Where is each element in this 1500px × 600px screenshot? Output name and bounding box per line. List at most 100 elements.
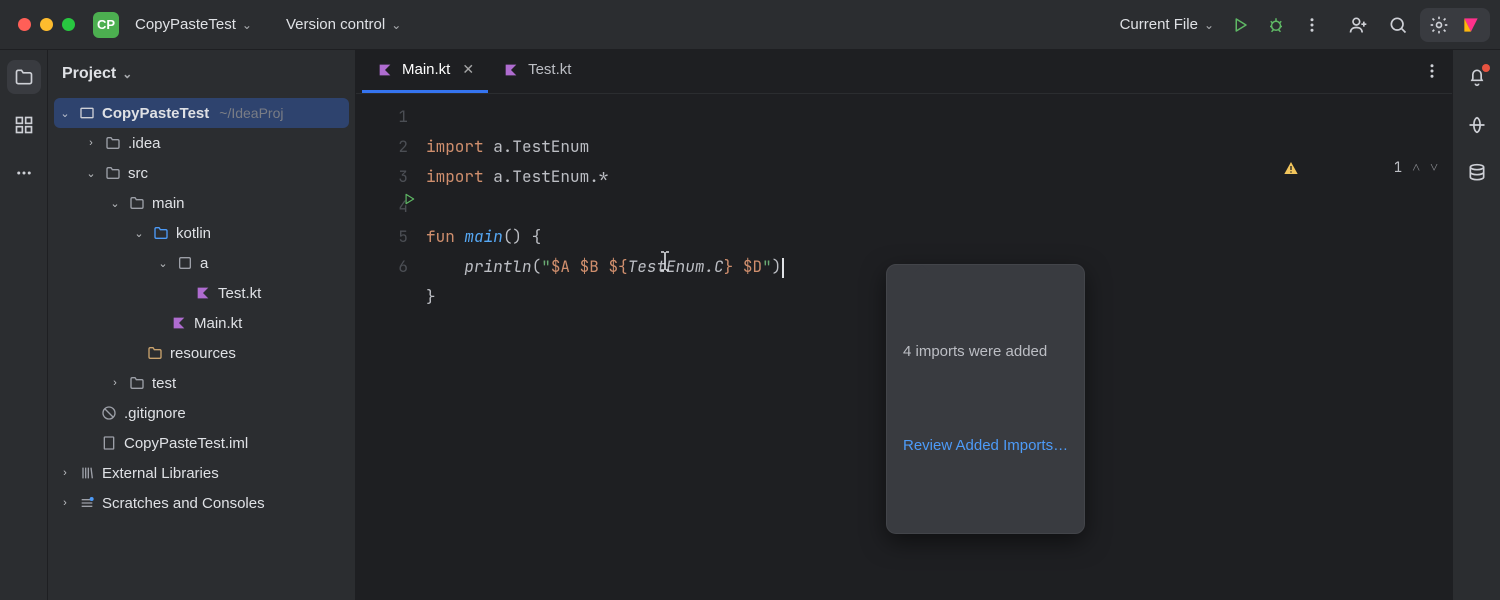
code-token: println bbox=[464, 256, 531, 277]
run-button[interactable] bbox=[1222, 7, 1258, 43]
chevron-right-icon[interactable]: › bbox=[84, 137, 98, 149]
jetbrains-toolbox-icon[interactable] bbox=[1458, 12, 1484, 38]
right-tool-strip bbox=[1452, 50, 1500, 600]
code-area[interactable]: import a.TestEnum import a.TestEnum.* fu… bbox=[426, 94, 1452, 600]
tree-item-resources[interactable]: resources bbox=[54, 338, 349, 368]
tab-main-kt[interactable]: Main.kt ✕ bbox=[362, 49, 488, 93]
tree-label: .idea bbox=[128, 135, 161, 152]
project-name: CopyPasteTest bbox=[135, 16, 236, 33]
code-token: main bbox=[464, 226, 502, 247]
tree-item-scratches[interactable]: › Scratches and Consoles bbox=[54, 488, 349, 518]
ai-assistant-button[interactable] bbox=[1460, 108, 1494, 142]
chevron-right-icon[interactable]: › bbox=[108, 377, 122, 389]
tree-item-idea[interactable]: › .idea bbox=[54, 128, 349, 158]
resources-folder-icon bbox=[146, 345, 164, 361]
tree-label: Main.kt bbox=[194, 315, 242, 332]
tree-label: kotlin bbox=[176, 225, 211, 242]
run-config-selector[interactable]: Current File ⌄ bbox=[1112, 12, 1222, 37]
gutter[interactable]: 1 2 3 4 5 6 bbox=[356, 94, 426, 600]
code-token bbox=[599, 256, 609, 277]
run-gutter-icon[interactable] bbox=[402, 192, 416, 206]
tree-item-gitignore[interactable]: .gitignore bbox=[54, 398, 349, 428]
tree-label: CopyPasteTest bbox=[102, 105, 209, 122]
tree-label: Scratches and Consoles bbox=[102, 495, 265, 512]
chevron-down-icon: ⌄ bbox=[122, 67, 132, 81]
next-highlight-icon[interactable]: ˅ bbox=[1430, 153, 1438, 183]
window-close-button[interactable] bbox=[18, 18, 31, 31]
editor-body[interactable]: 1 2 3 4 5 6 import a.TestEnum import a.T… bbox=[356, 94, 1452, 600]
database-tool-button[interactable] bbox=[1460, 156, 1494, 190]
line-number: 3 bbox=[356, 162, 408, 192]
code-token: $A bbox=[551, 256, 570, 277]
chevron-down-icon[interactable]: ⌄ bbox=[156, 257, 170, 270]
kotlin-file-icon bbox=[376, 62, 394, 78]
tree-root[interactable]: ⌄ CopyPasteTest ~/IdeaProj bbox=[54, 98, 349, 128]
tree-item-test[interactable]: › test bbox=[54, 368, 349, 398]
search-everywhere-button[interactable] bbox=[1380, 7, 1416, 43]
warning-icon bbox=[1283, 100, 1384, 236]
folder-icon bbox=[104, 165, 122, 181]
tree-item-ext-lib[interactable]: › External Libraries bbox=[54, 458, 349, 488]
tree-label: .gitignore bbox=[124, 405, 186, 422]
line-number: 2 bbox=[356, 132, 408, 162]
prev-highlight-icon[interactable]: ˄ bbox=[1412, 153, 1420, 183]
tab-label: Main.kt bbox=[402, 61, 450, 78]
tree-item-pkg-a[interactable]: ⌄ a bbox=[54, 248, 349, 278]
notifications-button[interactable] bbox=[1460, 60, 1494, 94]
folder-icon bbox=[128, 195, 146, 211]
tree-label: test bbox=[152, 375, 176, 392]
tree-item-iml[interactable]: CopyPasteTest.iml bbox=[54, 428, 349, 458]
tree-item-main[interactable]: ⌄ main bbox=[54, 188, 349, 218]
code-token: } bbox=[426, 286, 436, 307]
tab-test-kt[interactable]: Test.kt bbox=[488, 49, 585, 93]
tree-label: resources bbox=[170, 345, 236, 362]
tree-item-kotlin[interactable]: ⌄ kotlin bbox=[54, 218, 349, 248]
tree-item-main-kt[interactable]: Main.kt bbox=[54, 308, 349, 338]
file-icon bbox=[100, 435, 118, 451]
tab-label: Test.kt bbox=[528, 61, 571, 78]
run-config-label: Current File bbox=[1120, 16, 1198, 33]
vcs-label: Version control bbox=[286, 16, 385, 33]
editor: Main.kt ✕ Test.kt 1 2 3 4 bbox=[356, 50, 1452, 600]
vcs-menu[interactable]: Version control ⌄ bbox=[278, 12, 409, 37]
chevron-down-icon: ⌄ bbox=[1204, 18, 1214, 32]
kotlin-file-icon bbox=[502, 62, 520, 78]
debug-button[interactable] bbox=[1258, 7, 1294, 43]
tree-label: main bbox=[152, 195, 185, 212]
structure-tool-button[interactable] bbox=[7, 108, 41, 142]
settings-button[interactable] bbox=[1426, 12, 1452, 38]
project-selector[interactable]: CopyPasteTest ⌄ bbox=[127, 12, 260, 37]
project-tree[interactable]: ⌄ CopyPasteTest ~/IdeaProj › .idea ⌄ src… bbox=[48, 98, 355, 528]
code-with-me-button[interactable] bbox=[1340, 7, 1376, 43]
scratches-icon bbox=[78, 495, 96, 511]
code-token bbox=[426, 256, 464, 277]
warning-count: 1 bbox=[1394, 153, 1402, 183]
chevron-down-icon[interactable]: ⌄ bbox=[58, 107, 72, 120]
popup-message: 4 imports were added bbox=[903, 337, 1068, 367]
workspace: Project ⌄ ⌄ CopyPasteTest ~/IdeaProj › .… bbox=[0, 50, 1500, 600]
code-token: ${ bbox=[608, 256, 627, 277]
window-zoom-button[interactable] bbox=[62, 18, 75, 31]
chevron-down-icon[interactable]: ⌄ bbox=[84, 167, 98, 180]
project-tool-button[interactable] bbox=[7, 60, 41, 94]
code-token: import bbox=[426, 166, 484, 187]
tree-path: ~/IdeaProj bbox=[219, 105, 283, 121]
tree-item-test-kt[interactable]: Test.kt bbox=[54, 278, 349, 308]
more-tools-button[interactable] bbox=[7, 156, 41, 190]
editor-tabs-more[interactable] bbox=[1412, 49, 1452, 93]
chevron-down-icon[interactable]: ⌄ bbox=[108, 197, 122, 210]
tree-label: External Libraries bbox=[102, 465, 219, 482]
project-badge: CP bbox=[93, 12, 119, 38]
more-actions-button[interactable] bbox=[1294, 7, 1330, 43]
chevron-right-icon[interactable]: › bbox=[58, 467, 72, 479]
close-icon[interactable]: ✕ bbox=[462, 61, 474, 78]
tree-item-src[interactable]: ⌄ src bbox=[54, 158, 349, 188]
chevron-down-icon[interactable]: ⌄ bbox=[132, 227, 146, 240]
package-icon bbox=[176, 255, 194, 271]
chevron-right-icon[interactable]: › bbox=[58, 497, 72, 509]
project-panel-header[interactable]: Project ⌄ bbox=[48, 50, 355, 98]
line-number: 6 bbox=[356, 252, 408, 282]
window-minimize-button[interactable] bbox=[40, 18, 53, 31]
inspections-widget[interactable]: 1 ˄ ˅ bbox=[1283, 100, 1438, 236]
review-imports-link[interactable]: Review Added Imports… bbox=[903, 431, 1068, 461]
